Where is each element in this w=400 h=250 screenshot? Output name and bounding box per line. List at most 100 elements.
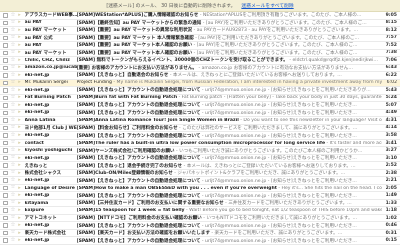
- star-icon[interactable]: ☆: [10, 207, 17, 214]
- important-marker-icon[interactable]: ▸: [17, 215, 23, 221]
- select-checkbox[interactable]: [3, 103, 8, 108]
- select-checkbox[interactable]: [3, 43, 8, 48]
- select-checkbox[interactable]: [3, 148, 8, 153]
- message-row[interactable]: ☆ ▸ au PAY 公式 [SPAM]【重要】au PAY マーケット 本人情報緊急…: [0, 34, 400, 43]
- star-icon[interactable]: ☆: [10, 132, 17, 139]
- star-icon[interactable]: ☆: [10, 117, 17, 124]
- star-icon[interactable]: ☆: [10, 222, 17, 229]
- star-icon[interactable]: ☆: [10, 110, 17, 116]
- important-marker-icon[interactable]: ▸: [17, 155, 23, 161]
- important-marker-icon[interactable]: ▸: [17, 200, 23, 206]
- select-checkbox[interactable]: [3, 73, 8, 78]
- message-row[interactable]: ☆ ▸ えきねっと [SPAM]【えきねっと】退会手続き完了のお知らせ - 本メールは…: [0, 162, 400, 170]
- message-row[interactable]: ☆ ▸ au PAY [SPAM]【重要】au PAY マーケット本人確認のお願い -…: [0, 42, 400, 50]
- important-marker-icon[interactable]: ▸: [17, 170, 23, 176]
- star-icon[interactable]: ☆: [10, 237, 17, 244]
- select-checkbox[interactable]: [3, 133, 8, 138]
- star-icon[interactable]: ☆: [10, 177, 17, 184]
- important-marker-icon[interactable]: ▸: [17, 125, 23, 130]
- star-icon[interactable]: ☆: [10, 50, 17, 56]
- important-marker-icon[interactable]: ▸: [17, 65, 23, 70]
- select-checkbox[interactable]: [3, 80, 8, 86]
- important-marker-icon[interactable]: ▸: [17, 110, 23, 115]
- important-marker-icon[interactable]: ▸: [17, 185, 23, 191]
- select-checkbox[interactable]: [3, 223, 8, 228]
- message-row[interactable]: ☆ ▸ eki-net.jp [SPAM]【えきねっと】アカウントの自動退会処理につい…: [0, 154, 400, 163]
- message-row[interactable]: ☆ ▸ kiyoshi yoshiguchi [SPAM]ヤーンズ株式会社/ご利用確認…: [0, 147, 400, 155]
- star-icon[interactable]: ☆: [10, 170, 17, 176]
- star-icon[interactable]: ☆: [10, 125, 17, 131]
- important-marker-icon[interactable]: ▸: [17, 20, 23, 25]
- star-icon[interactable]: ☆: [10, 20, 17, 26]
- important-marker-icon[interactable]: ▸: [17, 27, 23, 33]
- important-marker-icon[interactable]: ▸: [17, 72, 23, 78]
- select-checkbox[interactable]: [3, 170, 8, 176]
- message-row[interactable]: ☆ ▸ eki-net.jp [SPAM]【えきねっと】アカウントの自動退会処理につい…: [0, 222, 400, 230]
- star-icon[interactable]: ☆: [10, 162, 17, 169]
- select-checkbox[interactable]: [3, 65, 8, 71]
- star-icon[interactable]: ☆: [10, 57, 17, 64]
- message-row[interactable]: ☆ ▸ eki-net.jp [SPAM]【えきねっと】アカウントの自動退会処理につい…: [0, 87, 400, 95]
- important-marker-icon[interactable]: ▸: [17, 35, 23, 40]
- message-row[interactable]: ☆ ▸ 株式会社シャクス [SPAM]Club-ON/Miles登録情報のお知らせ -…: [0, 169, 400, 178]
- message-row[interactable]: ☆ ▸ Chilic, CHZ, Chiliz [SPAM] 無料でトークンがもらえる…: [0, 57, 400, 65]
- star-icon[interactable]: ☆: [10, 42, 17, 49]
- select-checkbox[interactable]: [3, 110, 8, 116]
- select-checkbox[interactable]: [3, 238, 8, 243]
- important-marker-icon[interactable]: ▸: [17, 193, 23, 198]
- message-row[interactable]: ☆ ▸ Anna Latina [SPAM]Anna Latina Romance T…: [0, 117, 400, 125]
- message-row[interactable]: ☆ ▸ eki-net.jp [SPAM]【えきねっと】自動退会のお知らせ - 本メー…: [0, 72, 400, 80]
- select-checkbox[interactable]: [3, 163, 8, 168]
- select-checkbox[interactable]: [3, 50, 8, 56]
- select-checkbox[interactable]: [3, 140, 8, 146]
- important-marker-icon[interactable]: ▸: [17, 87, 23, 93]
- important-marker-icon[interactable]: ▸: [17, 102, 23, 108]
- select-checkbox[interactable]: [3, 155, 8, 161]
- star-icon[interactable]: ☆: [10, 80, 17, 86]
- message-row[interactable]: ☆ ▸ eki-net.jp [SPAM]【えきねっと】アカウントの自動退会処理につい…: [0, 102, 400, 110]
- star-icon[interactable]: ☆: [10, 140, 17, 146]
- star-icon[interactable]: ☆: [10, 72, 17, 79]
- select-checkbox[interactable]: [3, 215, 8, 221]
- select-checkbox[interactable]: [3, 125, 8, 131]
- message-row[interactable]: ☆ ▸ eki-net.jp [SPAM]【えきねっと】アカウントの自動退会処理につい…: [0, 132, 400, 140]
- important-marker-icon[interactable]: ▸: [17, 57, 23, 63]
- message-row[interactable]: ☆ ▸ Mr. Mukailin Sergei Project Funding - M…: [0, 79, 400, 88]
- important-marker-icon[interactable]: ▸: [17, 178, 23, 183]
- message-row[interactable]: ☆ ▸ au PAY マーケット [SPAM]【重要】au PAY マーケットの異常な…: [0, 27, 400, 35]
- star-icon[interactable]: ☆: [10, 200, 17, 206]
- important-marker-icon[interactable]: ▸: [17, 95, 23, 100]
- select-checkbox[interactable]: [3, 28, 8, 33]
- message-row[interactable]: ☆ ▸ eki-net.jp [SPAM]【えきねっと】アカウントの自動退会処理につい…: [0, 177, 400, 185]
- select-checkbox[interactable]: [3, 208, 8, 213]
- select-checkbox[interactable]: [3, 118, 8, 123]
- important-marker-icon[interactable]: ▸: [17, 12, 23, 18]
- message-row[interactable]: ☆ ▸ au PAY マーケット [SPAM]【重要】au PAY マーケット本人確認…: [0, 49, 400, 58]
- star-icon[interactable]: ☆: [10, 192, 17, 199]
- star-icon[interactable]: ☆: [10, 185, 17, 191]
- message-row[interactable]: ☆ ▸ アマトコネット [SPAM]【NTTドコモ】ご利用料金のお支払い確認のお願い …: [0, 214, 400, 223]
- important-marker-icon[interactable]: ▸: [17, 148, 23, 153]
- star-icon[interactable]: ☆: [10, 147, 17, 154]
- select-checkbox[interactable]: [3, 185, 8, 191]
- star-icon[interactable]: ☆: [10, 95, 17, 101]
- message-row[interactable]: ☆ ▸ 楽天カード株式会社 [SPAM]【楽天カード】お支払い方法の確認をお願いいたし…: [0, 229, 400, 238]
- important-marker-icon[interactable]: ▸: [17, 230, 23, 236]
- message-row[interactable]: ☆ ▸ eki-net.jp [SPAM]【えきねっと】アカウントの自動退会処理につい…: [0, 192, 400, 200]
- star-icon[interactable]: ☆: [10, 35, 17, 41]
- message-row[interactable]: ☆ ▸ kitayama [SPAM]【三井住友カード】ご利用のお支払いに関する重要な…: [0, 199, 400, 208]
- important-marker-icon[interactable]: ▸: [17, 133, 23, 138]
- select-checkbox[interactable]: [3, 13, 8, 18]
- select-checkbox[interactable]: [3, 95, 8, 101]
- message-row[interactable]: ☆ ▸ Fat Burning Patch [SPAM]Burn fat with F…: [0, 94, 400, 103]
- star-icon[interactable]: ☆: [10, 12, 17, 19]
- message-row[interactable]: ☆ ▸ contact [SPAM]The ruler has a built-in …: [0, 139, 400, 148]
- important-marker-icon[interactable]: ▸: [17, 140, 23, 146]
- important-marker-icon[interactable]: ▸: [17, 163, 23, 168]
- select-checkbox[interactable]: [3, 230, 8, 236]
- star-icon[interactable]: ☆: [10, 102, 17, 109]
- star-icon[interactable]: ☆: [10, 230, 17, 236]
- delete-all-spam-link[interactable]: 迷惑メールをすべて削除: [241, 2, 293, 9]
- message-row[interactable]: ☆ ▸ ヨド他部1月 Club J WE… [SPAM]【料金お知らせ】ご利用料金のお…: [0, 124, 400, 133]
- star-icon[interactable]: ☆: [10, 65, 17, 71]
